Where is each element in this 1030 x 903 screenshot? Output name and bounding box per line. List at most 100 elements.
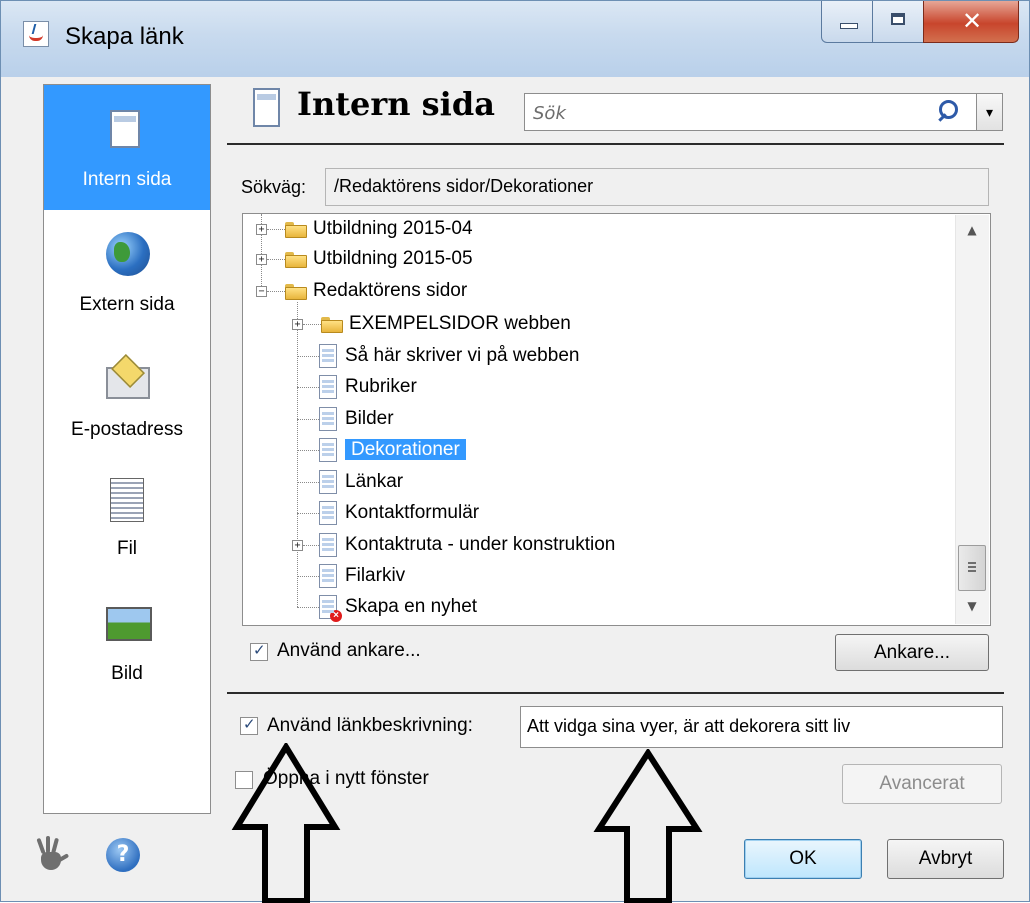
tree-item-label: Dekorationer: [345, 439, 466, 460]
minimize-icon: [840, 23, 858, 29]
sidebar-item-bild[interactable]: Bild: [44, 585, 210, 710]
arrow-up-icon: [593, 749, 703, 903]
close-icon: ✕: [962, 7, 983, 35]
sidebar-item-label: Extern sida: [79, 294, 175, 315]
tree-item-label: Redaktörens sidor: [313, 280, 468, 301]
sidebar-item-fil[interactable]: Fil: [44, 460, 210, 585]
tree-item[interactable]: Kontaktruta - under konstruktion: [319, 530, 615, 560]
tree-expander[interactable]: +: [292, 319, 303, 330]
tree-item-label: Länkar: [345, 471, 404, 492]
page-icon: [319, 374, 337, 399]
tree-expander[interactable]: −: [256, 286, 267, 297]
sidebar-item-label: Bild: [111, 663, 143, 684]
separator: [227, 692, 1004, 694]
tree-expander[interactable]: +: [256, 254, 267, 265]
scroll-thumb[interactable]: [958, 545, 986, 591]
tree-item[interactable]: Rubriker: [319, 372, 417, 402]
close-button[interactable]: ✕: [923, 1, 1019, 43]
anchor-button[interactable]: Ankare...: [835, 634, 989, 671]
page-icon: [319, 532, 337, 557]
tree-item[interactable]: Så här skriver vi på webben: [319, 341, 579, 371]
use-anchor-label: Använd ankare...: [277, 640, 421, 661]
tree-item-label: EXEMPELSIDOR webben: [349, 313, 571, 334]
sidebar-item-intern-sida[interactable]: Intern sida: [44, 85, 210, 210]
tree-item[interactable]: Utbildning 2015-05: [285, 244, 473, 274]
sidebar-item-e-postadress[interactable]: E-postadress: [44, 335, 210, 460]
tree-item-label: Så här skriver vi på webben: [345, 345, 580, 366]
page-icon: [110, 110, 140, 148]
use-anchor-checkbox[interactable]: [250, 641, 268, 661]
page-icon: [319, 406, 337, 431]
envelope-icon: [106, 354, 152, 401]
sidebar-item-label: Fil: [116, 538, 138, 559]
page-icon: [319, 563, 337, 588]
maximize-icon: [891, 13, 905, 25]
tree-item-label: Kontaktruta - under konstruktion: [345, 534, 616, 555]
tree-item[interactable]: Kontaktformulär: [319, 498, 479, 528]
folder-icon: [285, 250, 307, 268]
folder-icon: [321, 315, 343, 333]
tree-item-label: Utbildning 2015-05: [313, 248, 473, 269]
error-icon: ×: [330, 609, 342, 622]
file-icon: [110, 478, 144, 522]
cancel-button[interactable]: Avbryt: [887, 839, 1004, 879]
sidebar-item-label: Intern sida: [82, 169, 172, 190]
tree-item-selected[interactable]: Dekorationer: [319, 435, 466, 465]
tree-item[interactable]: Utbildning 2015-04: [285, 214, 473, 244]
folder-icon: [285, 282, 307, 300]
search-dropdown-button[interactable]: ▾: [977, 93, 1003, 131]
page-tree[interactable]: + Utbildning 2015-04 + Utbildning 2015-0…: [242, 213, 991, 626]
tree-item-label: Filarkiv: [345, 565, 406, 586]
use-description-label: Använd länkbeskrivning:: [267, 715, 473, 736]
window-title: Skapa länk: [65, 23, 184, 50]
page-title: Intern sida: [297, 85, 495, 123]
title-bar[interactable]: Skapa länk ✕: [1, 1, 1029, 77]
search-button[interactable]: [935, 98, 963, 126]
java-icon: [23, 21, 49, 47]
dialog-window: Skapa länk ✕ Intern sida Extern sida E-p…: [0, 0, 1030, 903]
tree-item[interactable]: Redaktörens sidor: [285, 276, 467, 306]
path-field: /Redaktörens sidor/Dekorationer: [325, 168, 989, 206]
link-description-input[interactable]: Att vidga sina vyer, är att dekorera sit…: [520, 706, 1003, 748]
hand-icon: [31, 836, 79, 876]
tree-item[interactable]: EXEMPELSIDOR webben: [321, 309, 571, 339]
globe-icon: [106, 232, 150, 276]
advanced-button[interactable]: Avancerat: [842, 764, 1002, 804]
use-description-checkbox[interactable]: [240, 715, 258, 735]
tree-item-label: Rubriker: [345, 376, 417, 397]
arrow-up-icon: [231, 743, 341, 903]
tree-item-label: Utbildning 2015-04: [313, 218, 473, 239]
minimize-button[interactable]: [821, 1, 873, 43]
scroll-up-icon[interactable]: ▲: [956, 219, 988, 241]
maximize-button[interactable]: [872, 1, 924, 43]
scroll-down-icon[interactable]: ▼: [956, 595, 988, 617]
sidebar-item-label: E-postadress: [71, 419, 183, 440]
tree-item[interactable]: × Skapa en nyhet: [319, 592, 477, 622]
help-icon[interactable]: ?: [106, 838, 140, 872]
separator: [227, 143, 1004, 145]
path-label: Sökväg:: [241, 177, 307, 197]
search-input[interactable]: [531, 100, 915, 126]
tree-item-label: Kontaktformulär: [345, 502, 480, 523]
tree-scrollbar[interactable]: ▲ ▼: [955, 215, 989, 624]
chevron-down-icon: ▾: [985, 105, 994, 121]
page-icon: [319, 437, 337, 462]
image-icon: [106, 607, 152, 641]
page-icon: [253, 88, 280, 127]
tree-expander[interactable]: +: [292, 540, 303, 551]
page-icon: [319, 500, 337, 525]
page-icon: [319, 343, 337, 368]
page-icon: ×: [319, 594, 342, 622]
tree-item-label: Skapa en nyhet: [345, 596, 478, 617]
tree-item[interactable]: Bilder: [319, 404, 394, 434]
tree-item[interactable]: Länkar: [319, 467, 403, 497]
folder-icon: [285, 220, 307, 238]
search-box: [524, 93, 977, 131]
sidebar-item-extern-sida[interactable]: Extern sida: [44, 210, 210, 335]
link-type-panel: Intern sida Extern sida E-postadress Fil…: [43, 84, 211, 814]
page-icon: [319, 469, 337, 494]
ok-button[interactable]: OK: [744, 839, 862, 879]
tree-expander[interactable]: +: [256, 224, 267, 235]
tree-item-label: Bilder: [345, 408, 394, 429]
tree-item[interactable]: Filarkiv: [319, 561, 405, 591]
